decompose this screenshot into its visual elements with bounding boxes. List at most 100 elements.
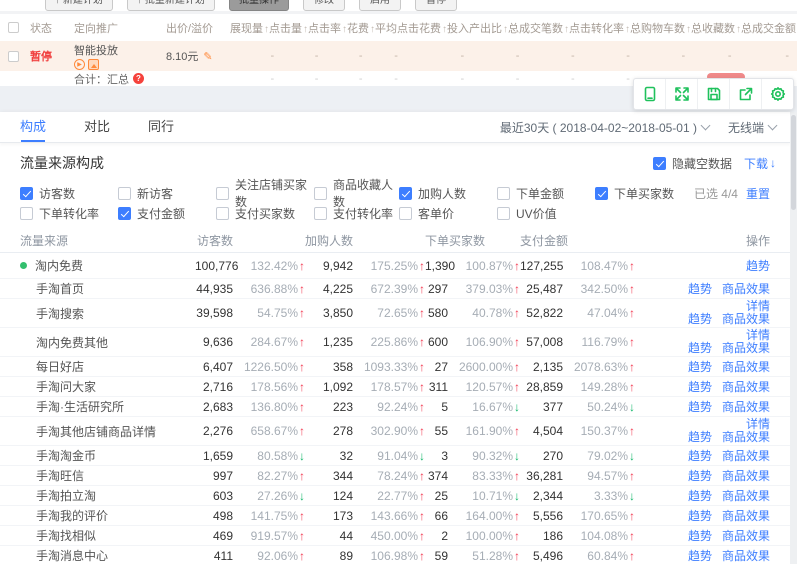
metric-cell: 28,859149.28%↑ xyxy=(520,380,635,394)
empty-value: - xyxy=(363,50,398,62)
fullscreen-icon[interactable] xyxy=(665,79,697,109)
table-row: 手淘·生活研究所2,683136.80%↑22392.24%↑516.67%↓3… xyxy=(0,397,790,417)
toolbar-button[interactable]: ↑ 新建计划 xyxy=(45,0,113,11)
trend-link[interactable]: 趋势 xyxy=(688,487,712,504)
metric-value: 9,942 xyxy=(323,259,353,273)
trend-link[interactable]: 趋势 xyxy=(688,527,712,544)
campaign-column[interactable]: 点击率↑ xyxy=(308,20,347,36)
metric-cell: 186104.08%↑ xyxy=(520,529,635,543)
product-effect-link[interactable]: 商品效果 xyxy=(722,487,770,504)
toolbar-button[interactable]: ↑ 批量新建计划 xyxy=(127,0,215,11)
terminal-select[interactable]: 无线端 xyxy=(728,119,764,136)
settings-icon[interactable] xyxy=(761,79,793,109)
trend-link[interactable]: 趋势 xyxy=(688,467,712,484)
campaign-name[interactable]: 智能投放 xyxy=(74,42,166,58)
toolbar-button[interactable]: 批量操作 xyxy=(229,0,289,11)
metric-checkbox[interactable]: 访客数 xyxy=(20,185,118,202)
metric-checkbox[interactable]: 加购人数 xyxy=(399,185,497,202)
trend-link[interactable]: 趋势 xyxy=(688,280,712,297)
campaign-column[interactable]: 点击量↑ xyxy=(269,20,308,36)
campaign-column[interactable]: 总购物车数↑ xyxy=(630,20,691,36)
tab-构成[interactable]: 构成 xyxy=(20,112,46,142)
campaign-column[interactable]: 展现量↑ xyxy=(230,20,269,36)
trend-link[interactable]: 趋势 xyxy=(688,358,712,375)
metric-checkbox[interactable]: UV价值 xyxy=(497,205,595,222)
row-checkbox[interactable] xyxy=(8,51,30,62)
metric-checkbox[interactable]: 支付转化率 xyxy=(314,205,399,222)
product-effect-link[interactable]: 商品效果 xyxy=(722,447,770,464)
save-icon[interactable] xyxy=(697,79,729,109)
metric-checkbox[interactable]: 支付金额 xyxy=(118,205,216,222)
trend-link[interactable]: 趋势 xyxy=(688,447,712,464)
metric-checkbox[interactable]: 支付买家数 xyxy=(216,205,314,222)
column-metric[interactable]: 下单买家数 xyxy=(425,232,520,249)
metric-value: 55 xyxy=(435,424,448,438)
chevron-down-icon xyxy=(701,121,711,131)
hide-empty-toggle[interactable]: 隐藏空数据 xyxy=(653,155,732,172)
empty-value: - xyxy=(363,73,398,85)
scrollbar-thumb[interactable] xyxy=(791,115,796,210)
trend-link[interactable]: 趋势 xyxy=(688,342,712,355)
column-metric[interactable]: 支付金额 xyxy=(520,232,635,249)
campaign-column[interactable]: 花费↑ xyxy=(347,20,375,36)
trend-link[interactable]: 趋势 xyxy=(688,507,712,524)
metric-cell: 99782.27%↑ xyxy=(195,469,305,483)
metric-checkbox[interactable]: 下单转化率 xyxy=(20,205,118,222)
product-effect-link[interactable]: 商品效果 xyxy=(722,527,770,544)
product-effect-link[interactable]: 商品效果 xyxy=(722,358,770,375)
download-link[interactable]: 下载↓ xyxy=(744,155,776,172)
metric-cell: 2,716178.56%↑ xyxy=(195,380,305,394)
product-effect-link[interactable]: 商品效果 xyxy=(722,398,770,415)
tab-对比[interactable]: 对比 xyxy=(84,112,110,142)
metric-change: 100.00%↑ xyxy=(458,529,520,543)
campaign-column[interactable]: 平均点击花费↑ xyxy=(375,20,447,36)
metric-checkbox[interactable]: 新访客 xyxy=(118,185,216,202)
campaign-column[interactable]: 点击转化率↑ xyxy=(569,20,630,36)
trend-link[interactable]: 趋势 xyxy=(688,547,712,564)
campaign-column[interactable]: 总成交笔数↑ xyxy=(508,20,569,36)
reset-link[interactable]: 重置 xyxy=(746,187,770,201)
product-effect-link[interactable]: 商品效果 xyxy=(722,378,770,395)
scrollbar[interactable] xyxy=(790,112,797,564)
product-effect-link[interactable]: 商品效果 xyxy=(722,431,770,444)
product-effect-link[interactable]: 商品效果 xyxy=(722,342,770,355)
product-effect-link[interactable]: 商品效果 xyxy=(722,313,770,326)
select-all-checkbox[interactable] xyxy=(8,22,30,33)
product-effect-link[interactable]: 商品效果 xyxy=(722,280,770,297)
play-circle-icon[interactable]: ▶ xyxy=(74,59,85,70)
row-actions: 趋势商品效果 xyxy=(635,547,770,564)
column-source[interactable]: 流量来源 xyxy=(20,232,195,249)
trend-link[interactable]: 趋势 xyxy=(688,313,712,326)
edit-pencil-icon[interactable]: ✎ xyxy=(203,50,212,63)
trend-link[interactable]: 趋势 xyxy=(688,431,712,444)
campaign-column[interactable]: 总收藏数↑ xyxy=(691,20,741,36)
empty-value: - xyxy=(575,50,630,62)
campaign-column[interactable]: 投入产出比↑ xyxy=(447,20,508,36)
summary-label: 合计：汇总 xyxy=(74,71,129,87)
image-icon[interactable] xyxy=(88,59,99,70)
campaign-column: 状态 xyxy=(30,20,74,36)
date-range[interactable]: 最近30天 ( 2018-04-02~2018-05-01 ) xyxy=(500,119,697,136)
toolbar-button[interactable]: 启用 xyxy=(359,0,401,11)
export-icon[interactable] xyxy=(729,79,761,109)
trend-link[interactable]: 趋势 xyxy=(746,257,770,274)
metric-change: 40.78%↑ xyxy=(458,306,520,320)
toolbar-button[interactable]: 修改 xyxy=(303,0,345,11)
product-effect-link[interactable]: 商品效果 xyxy=(722,547,770,564)
metric-value: 3,850 xyxy=(323,306,353,320)
mobile-preview-icon[interactable] xyxy=(634,79,665,109)
trend-link[interactable]: 趋势 xyxy=(688,398,712,415)
metric-checkbox[interactable]: 客单价 xyxy=(399,205,497,222)
toolbar-button[interactable]: 暂停 xyxy=(415,0,457,11)
campaign-column[interactable]: 总成交金额↑ xyxy=(741,20,797,36)
product-effect-link[interactable]: 商品效果 xyxy=(722,467,770,484)
column-actions: 操作 xyxy=(635,232,770,249)
source-name: 手淘拍立淘 xyxy=(20,487,195,504)
column-metric[interactable]: 访客数 xyxy=(195,232,305,249)
product-effect-link[interactable]: 商品效果 xyxy=(722,507,770,524)
column-metric[interactable]: 加购人数 xyxy=(305,232,425,249)
help-icon[interactable]: ? xyxy=(133,73,144,84)
metric-checkbox[interactable]: 下单金额 xyxy=(497,185,595,202)
trend-link[interactable]: 趋势 xyxy=(688,378,712,395)
tab-同行[interactable]: 同行 xyxy=(148,112,174,142)
